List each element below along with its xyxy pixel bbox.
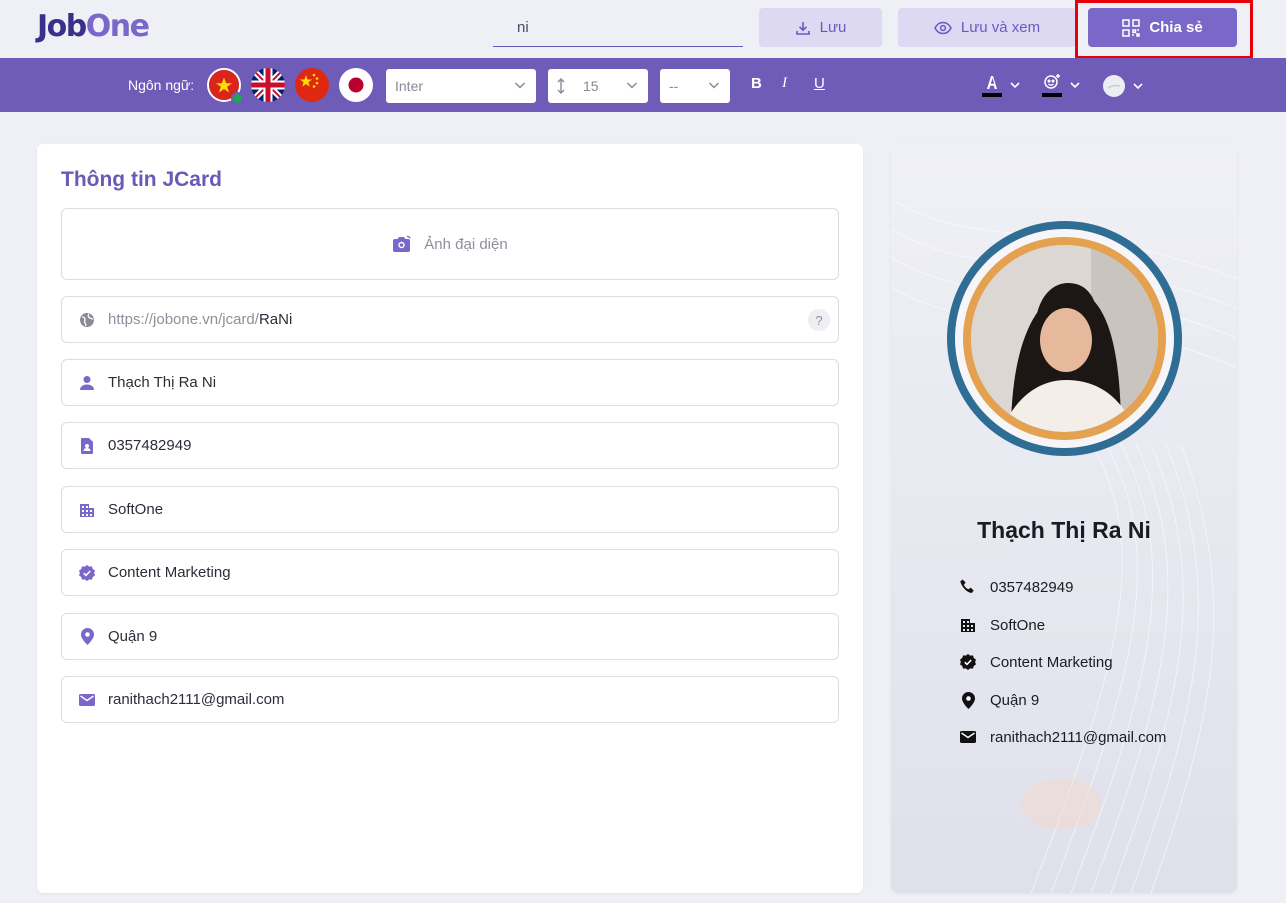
contact-card-icon [78,437,96,455]
building-icon [958,615,978,635]
location-pin-icon [78,628,96,646]
qr-code-icon [1122,18,1141,37]
name-field[interactable]: Thạch Thị Ra Ni [61,359,839,406]
name-value: Thạch Thị Ra Ni [108,374,217,391]
camera-icon [393,235,411,252]
italic-button[interactable]: I [782,75,787,92]
spacing-select[interactable]: -- [660,69,730,103]
preview-email-row: ranithach2111@gmail.com [958,727,1166,747]
form-title: Thông tin JCard [61,168,222,191]
text-color-picker[interactable] [981,72,1021,98]
logo-text-job: Job [37,9,87,44]
preview-address-row: Quận 9 [958,690,1039,710]
download-icon [795,21,810,35]
mail-icon [78,691,96,709]
verified-badge-icon [78,564,96,582]
active-language-indicator [231,92,244,105]
font-family-select[interactable]: Inter [386,69,536,103]
avatar-upload-label: Ảnh đại diện [424,235,508,253]
address-field[interactable]: Quận 9 [61,613,839,660]
preview-email: ranithach2111@gmail.com [990,728,1167,746]
font-family-value: Inter [395,78,424,94]
jcard-preview: Thạch Thị Ra Ni 0357482949 SoftOne Conte… [891,144,1237,893]
avatar-gap-ring [955,229,1174,448]
building-icon [78,501,96,519]
bold-button[interactable]: B [751,75,762,92]
mail-icon [958,727,978,747]
flag-japan-icon[interactable] [339,68,373,102]
preview-company-row: SoftOne [958,615,1045,635]
company-field[interactable]: SoftOne [61,486,839,533]
chevron-down-icon [514,82,526,89]
top-header: JobOne Lưu Lưu và xem Chia sẻ [0,0,1286,59]
company-value: SoftOne [108,501,164,518]
chevron-down-icon [1010,82,1020,89]
underline-button[interactable]: U [814,75,825,92]
chevron-down-icon [1133,83,1143,90]
avatar-upload[interactable]: Ảnh đại diện [61,208,839,280]
position-value: Content Marketing [108,564,231,581]
avatar-photo [971,245,1158,432]
email-field[interactable]: ranithach2111@gmail.com [61,676,839,723]
location-pin-icon [958,690,978,710]
preview-company: SoftOne [990,616,1046,634]
flag-uk-icon[interactable] [251,68,285,102]
preview-phone-row: 0357482949 [958,577,1073,597]
share-button[interactable]: Chia sẻ [1088,8,1237,47]
email-value: ranithach2111@gmail.com [108,691,285,708]
jcard-url-field[interactable]: https://jobone.vn/jcard/RaNi ? [61,296,839,343]
preview-name: Thạch Thị Ra Ni [977,517,1151,543]
theme-picker[interactable] [1102,74,1144,98]
avatar-outer-ring [947,221,1182,456]
text-color-icon [982,76,1002,97]
chevron-down-icon [1070,82,1080,89]
address-value: Quận 9 [108,628,158,645]
help-icon[interactable]: ? [808,309,830,331]
person-icon [78,374,96,392]
save-and-preview-button[interactable]: Lưu và xem [898,8,1076,47]
preview-position-row: Content Marketing [958,652,1113,672]
language-label: Ngôn ngữ: [128,77,195,93]
phone-field[interactable]: 0357482949 [61,422,839,469]
eye-icon [934,21,952,34]
save-button[interactable]: Lưu [759,8,882,47]
save-label: Lưu [819,19,847,36]
highlight-icon [1042,74,1062,97]
preview-position: Content Marketing [990,653,1113,671]
chevron-down-icon [626,82,638,89]
preview-address: Quận 9 [990,691,1040,709]
phone-icon [958,577,978,597]
highlight-color-picker[interactable] [1041,72,1081,98]
phone-value: 0357482949 [108,437,192,454]
theme-icon [1103,75,1125,97]
jobone-logo[interactable]: JobOne [37,9,150,44]
font-size-value: 15 [583,78,599,94]
font-size-select[interactable]: 15 [548,69,648,103]
url-slug[interactable]: RaNi [259,311,292,328]
logo-text-one: One [85,9,150,44]
spacing-value: -- [669,78,679,94]
globe-icon [78,311,96,329]
verified-badge-icon [958,652,978,672]
flag-china-icon[interactable] [295,68,329,102]
avatar-inner-ring [963,237,1166,440]
preview-phone: 0357482949 [990,578,1074,596]
chevron-down-icon [708,82,720,89]
format-toolbar: Ngôn ngữ: Inter 15 -- B I U [0,58,1286,112]
document-name-input[interactable] [493,9,743,47]
share-label: Chia sẻ [1149,19,1203,36]
save-and-preview-label: Lưu và xem [960,19,1041,36]
position-field[interactable]: Content Marketing [61,549,839,596]
jcard-info-form: Thông tin JCard Ảnh đại diện https://job… [37,144,863,893]
line-height-icon [557,78,565,94]
url-prefix: https://jobone.vn/jcard/ [108,311,259,328]
